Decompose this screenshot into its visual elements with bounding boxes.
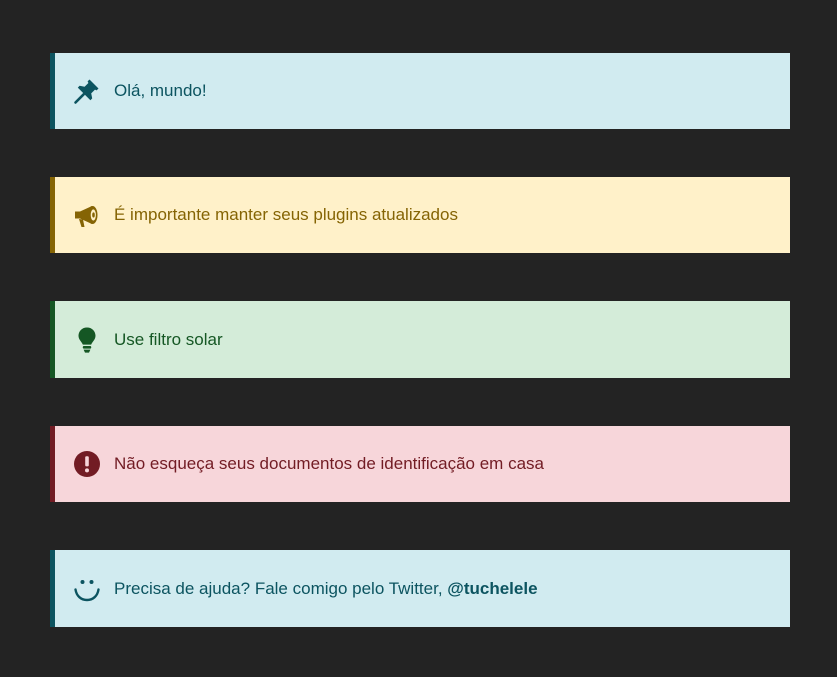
notice-text: Precisa de ajuda? Fale comigo pelo Twitt…	[114, 578, 538, 600]
twitter-handle-link[interactable]: @tuchelele	[447, 579, 537, 598]
notice-success-sunscreen: Use filtro solar	[50, 301, 790, 378]
notice-danger-documents: Não esqueça seus documentos de identific…	[50, 426, 790, 502]
notice-text: Não esqueça seus documentos de identific…	[114, 454, 544, 473]
notice-warning-plugins: É importante manter seus plugins atualiz…	[50, 177, 790, 253]
notice-text-prefix: Precisa de ajuda? Fale comigo pelo Twitt…	[114, 578, 448, 598]
notice-text: Olá, mundo!	[114, 81, 207, 100]
pushpin-icon	[72, 76, 102, 106]
lightbulb-icon	[72, 325, 102, 355]
notice-info-help: Precisa de ajuda? Fale comigo pelo Twitt…	[50, 550, 790, 627]
smile-icon	[72, 574, 102, 604]
notice-info-hello: Olá, mundo!	[50, 53, 790, 129]
notice-text: É importante manter seus plugins atualiz…	[114, 205, 458, 224]
notice-text: Use filtro solar	[114, 329, 223, 349]
exclamation-circle-icon	[72, 449, 102, 479]
megaphone-icon	[72, 200, 102, 230]
